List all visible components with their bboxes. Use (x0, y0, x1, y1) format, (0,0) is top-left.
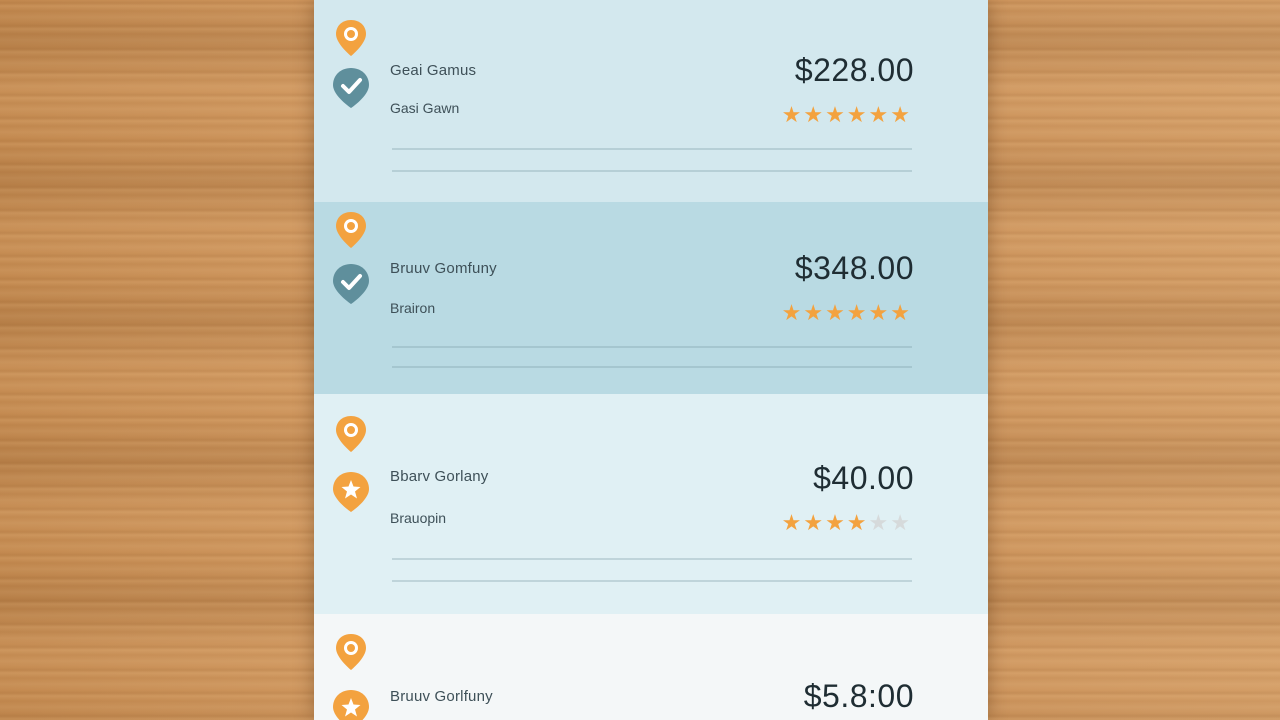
listing-price: $228.00 (794, 52, 914, 88)
star-empty-icon: ★ (890, 510, 912, 535)
checkmark-icon (333, 68, 369, 108)
map-pin-icon (336, 212, 366, 248)
star-filled-icon: ★ (846, 102, 869, 127)
divider (392, 558, 912, 560)
listing-name: Bruuv Gorlfuny (390, 688, 493, 705)
star-empty-icon: ★ (868, 510, 891, 535)
star-filled-icon: ★ (868, 300, 891, 325)
rating-stars: ★★★★★★ (782, 302, 912, 324)
listing-card[interactable]: Bbarv Gorlany Brauopin $40.00 ★★★★★★ (314, 394, 988, 614)
star-filled-icon: ★ (825, 102, 847, 127)
star-badge-icon (333, 690, 369, 720)
checkmark-icon (333, 264, 369, 304)
listing-subtitle: Gasi Gawn (390, 100, 460, 116)
listing-card[interactable]: Bruuv Gomfuny Brairon $348.00 ★★★★★★ (314, 202, 988, 394)
listing-name: Geai Gamus (390, 62, 477, 79)
map-pin-icon (336, 634, 366, 670)
star-filled-icon: ★ (781, 300, 804, 325)
star-filled-icon: ★ (825, 510, 847, 535)
map-pin-icon (336, 416, 366, 452)
divider (392, 148, 912, 150)
listing-card[interactable]: Bruuv Gorlfuny $5.8:00 (314, 614, 988, 720)
star-filled-icon: ★ (890, 300, 912, 325)
star-filled-icon: ★ (803, 300, 826, 325)
divider (392, 366, 912, 368)
star-filled-icon: ★ (825, 300, 847, 325)
star-filled-icon: ★ (846, 300, 869, 325)
rating-stars: ★★★★★★ (782, 104, 912, 126)
rating-stars: ★★★★★★ (782, 512, 912, 534)
listing-price: $348.00 (794, 250, 914, 286)
listing-subtitle: Brairon (390, 300, 436, 316)
listing-name: Bruuv Gomfuny (390, 260, 497, 277)
divider (392, 580, 912, 582)
listing-name: Bbarv Gorlany (390, 468, 489, 485)
star-badge-icon (333, 472, 369, 512)
divider (392, 346, 912, 348)
star-filled-icon: ★ (868, 102, 891, 127)
star-filled-icon: ★ (781, 102, 804, 127)
star-filled-icon: ★ (781, 510, 804, 535)
listing-panel: Geai Gamus Gasi Gawn $228.00 ★★★★★★ Bruu… (314, 0, 988, 720)
star-filled-icon: ★ (803, 510, 826, 535)
listing-price: $40.00 (813, 460, 914, 496)
listing-price: $5.8:00 (803, 678, 914, 714)
divider (392, 170, 912, 172)
listing-subtitle: Brauopin (390, 510, 447, 526)
map-pin-icon (336, 20, 366, 56)
star-filled-icon: ★ (890, 102, 912, 127)
listing-card[interactable]: Geai Gamus Gasi Gawn $228.00 ★★★★★★ (314, 0, 988, 202)
star-filled-icon: ★ (803, 102, 826, 127)
star-filled-icon: ★ (846, 510, 869, 535)
